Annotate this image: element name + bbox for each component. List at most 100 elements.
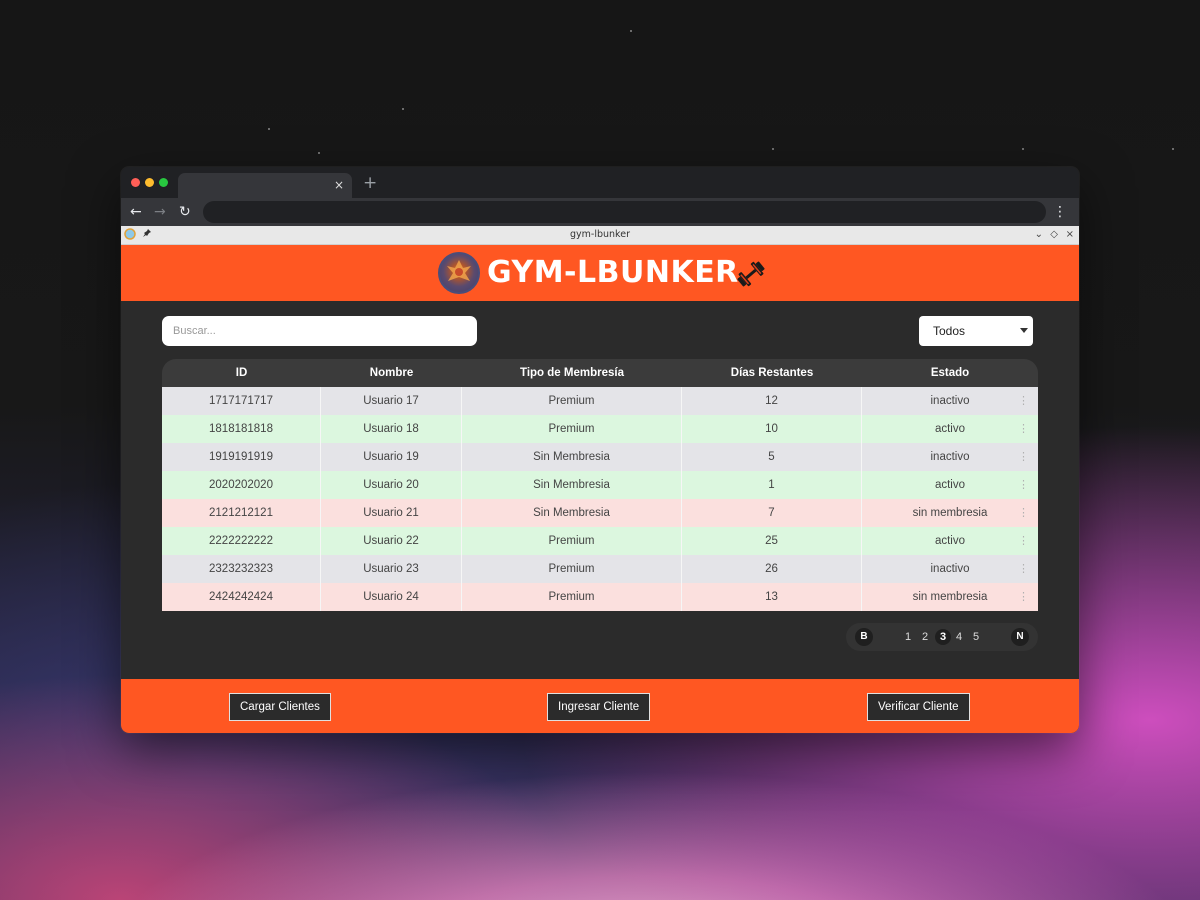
cell-dias: 12 bbox=[682, 387, 862, 415]
page-5-button[interactable]: 5 bbox=[973, 630, 979, 644]
minimize-window-button[interactable] bbox=[145, 178, 154, 187]
row-menu-icon[interactable]: ⋮ bbox=[1018, 499, 1029, 527]
maximize-window-button[interactable] bbox=[159, 178, 168, 187]
column-header-id[interactable]: ID bbox=[162, 359, 321, 387]
browser-menu-icon[interactable]: ⋮ bbox=[1053, 202, 1067, 222]
address-bar[interactable] bbox=[203, 201, 1046, 223]
estado-text: activo bbox=[934, 479, 966, 491]
cell-tipo: Premium bbox=[462, 415, 682, 443]
cell-id: 1717171717 bbox=[162, 387, 321, 415]
cell-tipo: Premium bbox=[462, 555, 682, 583]
estado-text: sin membresia bbox=[912, 507, 988, 519]
restore-icon[interactable]: ◇ bbox=[1050, 228, 1058, 242]
estado-text: sin membresia bbox=[912, 591, 988, 603]
cell-id: 2020202020 bbox=[162, 471, 321, 499]
row-menu-icon[interactable]: ⋮ bbox=[1018, 387, 1029, 415]
cell-estado: sin membresia ⋮ bbox=[862, 583, 1038, 611]
column-header-tipo[interactable]: Tipo de Membresía bbox=[462, 359, 682, 387]
background-star bbox=[268, 128, 270, 130]
cell-dias: 25 bbox=[682, 527, 862, 555]
browser-toolbar: ← → ↻ ⋮ bbox=[121, 198, 1079, 226]
cell-estado: inactivo ⋮ bbox=[862, 443, 1038, 471]
cell-nombre: Usuario 21 bbox=[321, 499, 462, 527]
search-input[interactable] bbox=[162, 316, 477, 346]
background-star bbox=[630, 30, 632, 32]
estado-text: activo bbox=[934, 423, 966, 435]
row-menu-icon[interactable]: ⋮ bbox=[1018, 415, 1029, 443]
page-4-button[interactable]: 4 bbox=[956, 630, 962, 644]
cell-tipo: Sin Membresia bbox=[462, 471, 682, 499]
cell-tipo: Premium bbox=[462, 387, 682, 415]
app-header: GYM-LBUNKER bbox=[121, 245, 1079, 301]
cell-estado: activo ⋮ bbox=[862, 527, 1038, 555]
brand-title: GYM-LBUNKER bbox=[487, 255, 739, 290]
verify-client-button[interactable]: Verificar Cliente bbox=[867, 693, 970, 721]
table-row[interactable]: 2424242424 Usuario 24 Premium 13 sin mem… bbox=[162, 583, 1038, 611]
cell-nombre: Usuario 19 bbox=[321, 443, 462, 471]
status-filter-select[interactable]: Todos bbox=[919, 316, 1033, 346]
tab-close-icon[interactable]: × bbox=[334, 177, 344, 193]
cell-id: 2121212121 bbox=[162, 499, 321, 527]
row-menu-icon[interactable]: ⋮ bbox=[1018, 555, 1029, 583]
cell-estado: sin membresia ⋮ bbox=[862, 499, 1038, 527]
cell-id: 2222222222 bbox=[162, 527, 321, 555]
column-header-nombre[interactable]: Nombre bbox=[321, 359, 462, 387]
cell-estado: activo ⋮ bbox=[862, 471, 1038, 499]
app-title-bar: gym-lbunker ⌄ ◇ × bbox=[121, 226, 1079, 245]
new-tab-button[interactable]: + bbox=[363, 173, 377, 193]
table-row[interactable]: 2020202020 Usuario 20 Sin Membresia 1 ac… bbox=[162, 471, 1038, 499]
reload-icon[interactable]: ↻ bbox=[179, 202, 191, 222]
estado-text: inactivo bbox=[930, 563, 970, 575]
forward-arrow-icon[interactable]: → bbox=[154, 202, 166, 222]
cell-nombre: Usuario 23 bbox=[321, 555, 462, 583]
cell-nombre: Usuario 22 bbox=[321, 527, 462, 555]
column-header-estado[interactable]: Estado bbox=[862, 359, 1038, 387]
table-row[interactable]: 2121212121 Usuario 21 Sin Membresia 7 si… bbox=[162, 499, 1038, 527]
app-footer: Cargar Clientes Ingresar Cliente Verific… bbox=[121, 679, 1079, 733]
filter-selected-value: Todos bbox=[933, 324, 966, 338]
close-icon[interactable]: × bbox=[1066, 228, 1074, 242]
browser-window: × + ← → ↻ ⋮ gym-lbunker ⌄ ◇ × GYM-LBUNKE… bbox=[121, 167, 1079, 733]
table-row[interactable]: 2323232323 Usuario 23 Premium 26 inactiv… bbox=[162, 555, 1038, 583]
row-menu-icon[interactable]: ⋮ bbox=[1018, 443, 1029, 471]
clients-table: ID Nombre Tipo de Membresía Días Restant… bbox=[162, 359, 1038, 611]
cell-id: 2424242424 bbox=[162, 583, 321, 611]
page-1-button[interactable]: 1 bbox=[905, 630, 911, 644]
row-menu-icon[interactable]: ⋮ bbox=[1018, 471, 1029, 499]
table-row[interactable]: 1717171717 Usuario 17 Premium 12 inactiv… bbox=[162, 387, 1038, 415]
pagination-back-button[interactable]: B bbox=[855, 628, 873, 646]
load-clients-button[interactable]: Cargar Clientes bbox=[229, 693, 331, 721]
cell-dias: 26 bbox=[682, 555, 862, 583]
page-2-button[interactable]: 2 bbox=[922, 630, 928, 644]
caret-down-icon bbox=[1020, 328, 1028, 333]
estado-text: activo bbox=[934, 535, 966, 547]
gym-app: GYM-LBUNKER Todos bbox=[121, 245, 1079, 733]
cell-dias: 13 bbox=[682, 583, 862, 611]
cell-tipo: Premium bbox=[462, 527, 682, 555]
pagination-next-button[interactable]: N bbox=[1011, 628, 1029, 646]
row-menu-icon[interactable]: ⋮ bbox=[1018, 527, 1029, 555]
table-row[interactable]: 2222222222 Usuario 22 Premium 25 activo ⋮ bbox=[162, 527, 1038, 555]
row-menu-icon[interactable]: ⋮ bbox=[1018, 583, 1029, 611]
column-header-dias[interactable]: Días Restantes bbox=[682, 359, 862, 387]
chevron-down-icon[interactable]: ⌄ bbox=[1035, 228, 1043, 242]
background-star bbox=[1022, 148, 1024, 150]
pagination: B 1 2 3 4 5 N bbox=[846, 623, 1038, 651]
table-row[interactable]: 1818181818 Usuario 18 Premium 10 activo ⋮ bbox=[162, 415, 1038, 443]
cell-nombre: Usuario 18 bbox=[321, 415, 462, 443]
cell-id: 1818181818 bbox=[162, 415, 321, 443]
cell-estado: inactivo ⋮ bbox=[862, 387, 1038, 415]
back-arrow-icon[interactable]: ← bbox=[130, 202, 142, 222]
table-row[interactable]: 1919191919 Usuario 19 Sin Membresia 5 in… bbox=[162, 443, 1038, 471]
page-3-button[interactable]: 3 bbox=[935, 629, 951, 645]
background-star bbox=[772, 148, 774, 150]
browser-tab[interactable]: × bbox=[178, 173, 352, 198]
background-star bbox=[402, 108, 404, 110]
close-window-button[interactable] bbox=[131, 178, 140, 187]
cell-nombre: Usuario 17 bbox=[321, 387, 462, 415]
add-client-button[interactable]: Ingresar Cliente bbox=[547, 693, 651, 721]
gym-logo-icon bbox=[438, 252, 480, 294]
cell-tipo: Sin Membresia bbox=[462, 499, 682, 527]
cell-dias: 1 bbox=[682, 471, 862, 499]
cell-nombre: Usuario 24 bbox=[321, 583, 462, 611]
